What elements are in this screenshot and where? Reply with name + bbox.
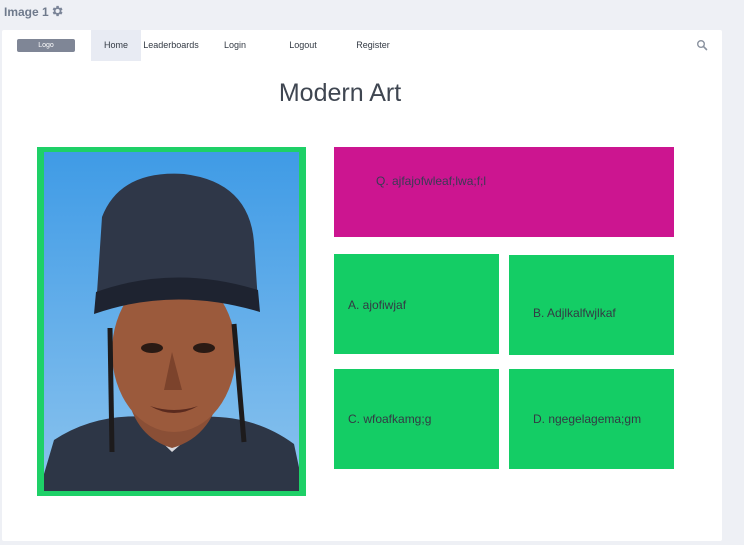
portrait-image — [44, 152, 299, 491]
nav-logout[interactable]: Logout — [281, 30, 325, 61]
answer-b-button[interactable]: B. Adjlkalfwjlkaf — [509, 255, 674, 355]
answer-label: C. wfoafkamg;g — [348, 412, 432, 426]
logo-button[interactable]: Logo — [17, 39, 75, 52]
app-top-bar: Image 1 — [0, 0, 744, 28]
question-text: Q. ajfajofwleaf;lwa;f;l — [376, 174, 487, 188]
page-title: Modern Art — [278, 79, 402, 107]
nav-login[interactable]: Login — [215, 30, 255, 61]
answer-label: A. ajofiwjaf — [348, 298, 407, 312]
window-title: Image 1 — [4, 5, 49, 19]
question-card: Q. ajfajofwleaf;lwa;f;l — [334, 147, 674, 237]
search-icon[interactable] — [696, 39, 708, 51]
nav-home[interactable]: Home — [91, 30, 141, 61]
answer-c-button[interactable]: C. wfoafkamg;g — [334, 369, 499, 469]
answer-d-button[interactable]: D. ngegelagema;gm — [509, 369, 674, 469]
answer-a-button[interactable]: A. ajofiwjaf — [334, 254, 499, 354]
nav-register[interactable]: Register — [349, 30, 397, 61]
answer-label: D. ngegelagema;gm — [533, 412, 642, 426]
answer-label: B. Adjlkalfwjlkaf — [533, 306, 616, 320]
nav-bar: Logo Home Leaderboards Login Logout Regi… — [2, 30, 722, 61]
nav-leaderboards[interactable]: Leaderboards — [141, 30, 201, 61]
gear-icon[interactable] — [50, 4, 64, 18]
artwork-frame — [37, 147, 306, 496]
page-canvas: Logo Home Leaderboards Login Logout Regi… — [2, 30, 722, 541]
